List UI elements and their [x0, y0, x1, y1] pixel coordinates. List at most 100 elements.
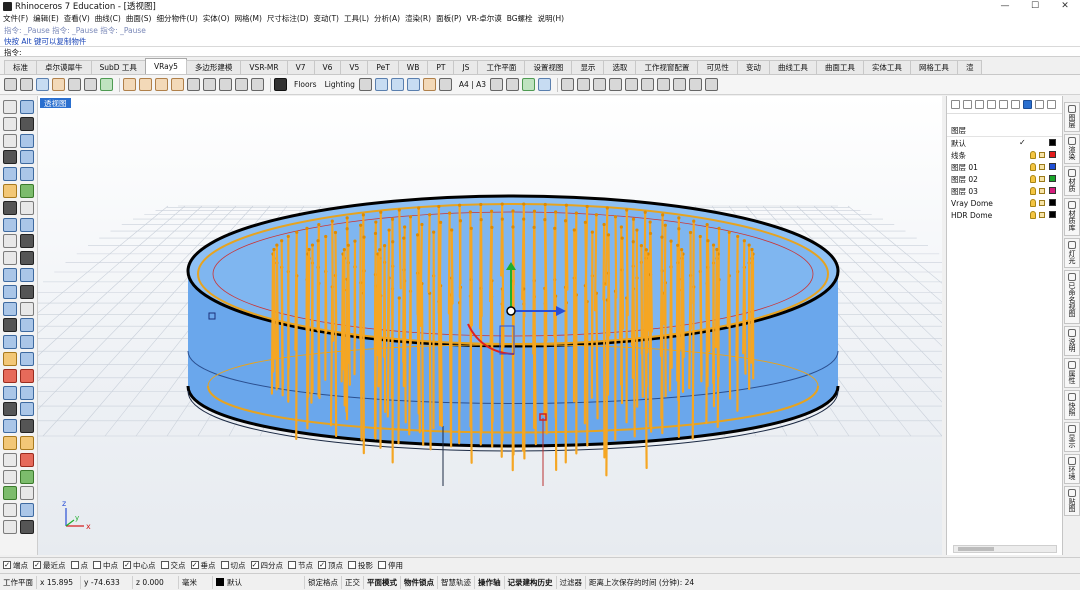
side-tab[interactable]: 快照: [1064, 390, 1080, 420]
layer-tools-icon[interactable]: [1035, 100, 1044, 109]
green-m-icon[interactable]: [522, 78, 536, 91]
light-ies-icon[interactable]: [171, 78, 184, 91]
side-tab[interactable]: 贴图: [1064, 486, 1080, 516]
layer-color-swatch[interactable]: [1049, 151, 1056, 158]
modeling-tool-icon[interactable]: [3, 503, 17, 518]
viewport-maximize-icon[interactable]: [609, 78, 623, 91]
light-sphere-icon[interactable]: [139, 78, 152, 91]
minimize-button[interactable]: —: [990, 0, 1020, 12]
layer-name[interactable]: Vray Dome: [951, 199, 1023, 208]
osnap-option[interactable]: ✓ 顶点: [318, 560, 343, 571]
zoom-extents-icon[interactable]: [625, 78, 639, 91]
layer-visible-bulb-icon[interactable]: [1030, 163, 1036, 171]
layer-visible-bulb-icon[interactable]: [1030, 151, 1036, 159]
chart-icon[interactable]: [689, 78, 703, 91]
layer-visible-bulb-icon[interactable]: [1030, 175, 1036, 183]
toolbar-tab[interactable]: V7: [286, 60, 315, 74]
menu-item[interactable]: 说明(H): [538, 13, 565, 24]
filter-icon[interactable]: [1023, 100, 1032, 109]
maximize-button[interactable]: ☐: [1020, 0, 1050, 12]
new-sublayer-icon[interactable]: [963, 100, 972, 109]
render-region-icon[interactable]: [20, 78, 33, 91]
paste-icon[interactable]: [506, 78, 520, 91]
osnap-option[interactable]: 投影: [348, 560, 373, 571]
light-dome-icon[interactable]: [203, 78, 216, 91]
light-mesh-icon[interactable]: [219, 78, 232, 91]
globe-icon[interactable]: [390, 78, 404, 91]
modeling-tool-icon[interactable]: [3, 268, 17, 282]
toolbar-tab[interactable]: 实体工具: [862, 60, 911, 74]
osnap-option[interactable]: ✓ 四分点: [250, 560, 283, 571]
modeling-tool-icon[interactable]: [3, 100, 17, 114]
camera-icon[interactable]: [422, 78, 436, 91]
osnap-checkbox[interactable]: ✓: [33, 561, 41, 569]
layer-color-swatch[interactable]: [1049, 163, 1056, 170]
modeling-tool-icon[interactable]: [20, 301, 34, 316]
toolbar-tab[interactable]: 变动: [736, 60, 770, 74]
modeling-tool-icon[interactable]: [20, 385, 34, 400]
scrollbar-thumb[interactable]: [958, 547, 994, 551]
osnap-checkbox[interactable]: ✓: [123, 561, 131, 569]
side-tab[interactable]: 材质: [1064, 166, 1080, 196]
layer-lock-icon[interactable]: [1039, 212, 1045, 218]
toolbar-tab[interactable]: 工作平面: [477, 60, 526, 74]
modeling-tool-icon[interactable]: [20, 284, 34, 299]
light-omni-icon[interactable]: [187, 78, 200, 91]
rotate-view-icon[interactable]: [673, 78, 687, 91]
modeling-tool-icon[interactable]: [3, 318, 17, 333]
osnap-checkbox[interactable]: ✓: [318, 561, 326, 569]
modeling-tool-icon[interactable]: [3, 284, 17, 299]
status-toggle[interactable]: 记录建构历史: [505, 575, 557, 589]
side-tab[interactable]: 说明: [1064, 326, 1080, 356]
osnap-option[interactable]: ✓ 垂点: [190, 560, 216, 571]
osnap-checkbox[interactable]: [220, 561, 229, 569]
menu-item[interactable]: 分析(A): [374, 13, 400, 24]
toolbar-tab[interactable]: V5: [340, 60, 369, 74]
modeling-tool-icon[interactable]: [3, 419, 17, 434]
layer-row[interactable]: Vray Dome: [947, 197, 1062, 209]
pan-icon[interactable]: [657, 78, 671, 91]
modeling-tool-icon[interactable]: [3, 133, 17, 148]
frame-icon[interactable]: [438, 78, 452, 91]
zoom-selected-icon[interactable]: [641, 78, 655, 91]
layer-row[interactable]: 图层 02: [947, 173, 1062, 185]
toolbar-tab[interactable]: PeT: [367, 60, 399, 74]
modeling-tool-icon[interactable]: [20, 217, 34, 232]
menu-item[interactable]: 网格(M): [235, 13, 262, 24]
modeling-tool-icon[interactable]: [20, 368, 34, 383]
water-icon[interactable]: [406, 78, 420, 91]
modeling-tool-icon[interactable]: [3, 150, 17, 165]
select-crossing-icon[interactable]: [577, 78, 591, 91]
menu-item[interactable]: 面板(P): [436, 13, 461, 24]
osnap-checkbox[interactable]: [348, 561, 356, 569]
modeling-tool-icon[interactable]: [20, 251, 34, 266]
toolbar-tab[interactable]: SubD 工具: [90, 60, 146, 74]
vray-light-icon[interactable]: [52, 78, 65, 91]
modeling-tool-icon[interactable]: [20, 436, 34, 450]
cplane-readout[interactable]: 工作平面: [0, 575, 37, 589]
copy-icon[interactable]: [490, 78, 504, 91]
osnap-checkbox[interactable]: ✓: [250, 561, 259, 569]
modeling-tool-icon[interactable]: [3, 116, 17, 131]
toolbar-tab[interactable]: 曲线工具: [768, 60, 817, 74]
modeling-tool-icon[interactable]: [20, 268, 34, 282]
modeling-tool-icon[interactable]: [20, 402, 34, 417]
layer-color-swatch[interactable]: [1049, 175, 1056, 182]
toolbar-tab[interactable]: 渲: [956, 60, 983, 74]
layer-name[interactable]: HDR Dome: [951, 211, 1023, 220]
move-parent-icon[interactable]: [1011, 100, 1020, 109]
paper-size-button[interactable]: A4 | A3: [459, 80, 486, 89]
menu-item[interactable]: 实体(O): [203, 13, 230, 24]
side-tab[interactable]: 灯光: [1064, 238, 1080, 268]
osnap-option[interactable]: 点: [70, 560, 88, 571]
modeling-tool-icon[interactable]: [20, 184, 34, 198]
layers-scrollbar[interactable]: [953, 545, 1057, 553]
toolbar-tab[interactable]: WB: [397, 60, 429, 74]
layer-visible-bulb-icon[interactable]: [1030, 199, 1036, 207]
osnap-checkbox[interactable]: ✓: [190, 561, 199, 569]
modeling-tool-icon[interactable]: [20, 335, 34, 350]
layer-row[interactable]: 默认 ✓: [947, 137, 1062, 149]
modeling-tool-icon[interactable]: [3, 234, 17, 249]
modeling-tool-icon[interactable]: [20, 352, 34, 366]
current-layer-check[interactable]: ✓: [1019, 138, 1026, 147]
